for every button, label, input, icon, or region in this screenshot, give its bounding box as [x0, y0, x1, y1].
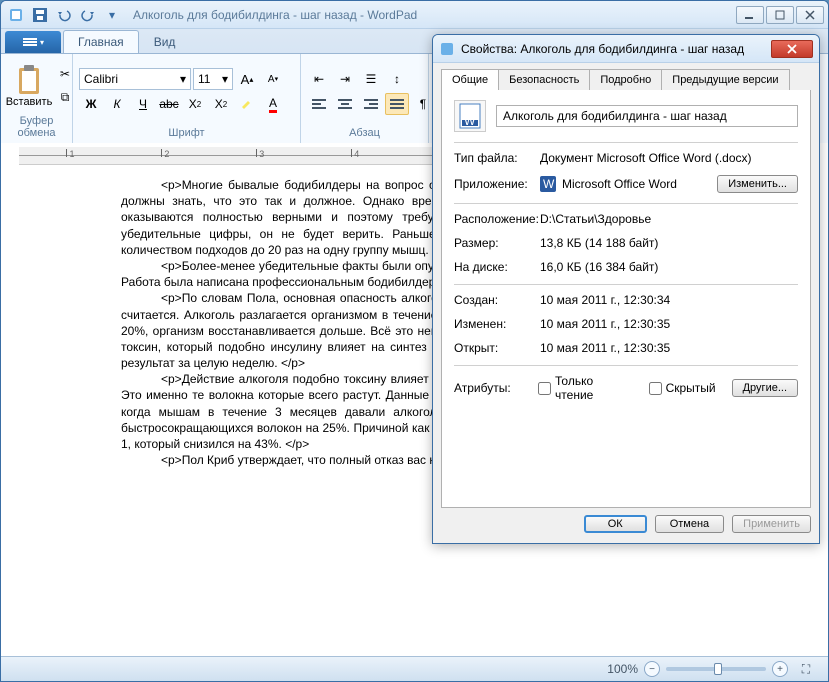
tab-security[interactable]: Безопасность: [498, 69, 590, 90]
group-font: Calibri▾ 11▾ A▴ A▾ Ж К Ч abc X2 X2 A: [73, 54, 301, 143]
group-paragraph: ⇤ ⇥ ☰ ↕ ¶ Абзац: [301, 54, 429, 143]
lbl-size: Размер:: [454, 236, 540, 250]
val-size: 13,8 КБ (14 188 байт): [540, 236, 798, 250]
hidden-label: Скрытый: [666, 381, 716, 395]
tab-general-body: W Тип файла:Документ Microsoft Office Wo…: [441, 90, 811, 508]
svg-text:W: W: [464, 114, 476, 128]
align-left-icon[interactable]: [307, 93, 331, 115]
group-clipboard-label: Буфер обмена: [7, 113, 66, 139]
maximize-button[interactable]: [766, 6, 794, 24]
title-bar: ▾ Алкоголь для бодибилдинга - шаг назад …: [1, 1, 828, 29]
zoom-in-button[interactable]: +: [772, 661, 788, 677]
dialog-close-button[interactable]: [771, 40, 813, 58]
properties-dialog: Свойства: Алкоголь для бодибилдинга - ша…: [432, 34, 820, 544]
underline-icon[interactable]: Ч: [131, 93, 155, 115]
tab-general[interactable]: Общие: [441, 69, 499, 90]
val-modified: 10 мая 2011 г., 12:30:35: [540, 317, 798, 331]
grow-font-icon[interactable]: A▴: [235, 68, 259, 90]
highlight-icon[interactable]: [235, 93, 259, 115]
lbl-modified: Изменен:: [454, 317, 540, 331]
val-created: 10 мая 2011 г., 12:30:34: [540, 293, 798, 307]
lbl-app: Приложение:: [454, 177, 540, 191]
fit-width-icon[interactable]: ⛶: [794, 658, 818, 680]
align-right-icon[interactable]: [359, 93, 383, 115]
save-icon[interactable]: [29, 4, 51, 26]
app-icon: W: [540, 176, 556, 192]
redo-icon[interactable]: [77, 4, 99, 26]
lbl-created: Создан:: [454, 293, 540, 307]
filename-input[interactable]: [496, 105, 798, 127]
tab-previous-versions[interactable]: Предыдущие версии: [661, 69, 789, 90]
tab-details[interactable]: Подробно: [589, 69, 662, 90]
align-justify-icon[interactable]: [385, 93, 409, 115]
window-title: Алкоголь для бодибилдинга - шаг назад - …: [133, 8, 417, 22]
font-name-combo[interactable]: Calibri▾: [79, 68, 191, 90]
val-disk: 16,0 КБ (16 384 байт): [540, 260, 798, 274]
dialog-buttons: ОК Отмена Применить: [441, 515, 811, 533]
file-type-icon: W: [454, 100, 486, 132]
val-app: Microsoft Office Word: [562, 177, 677, 191]
bold-icon[interactable]: Ж: [79, 93, 103, 115]
zoom-out-button[interactable]: −: [644, 661, 660, 677]
dialog-icon: [439, 41, 455, 57]
zoom-label: 100%: [607, 662, 638, 676]
line-spacing-icon[interactable]: ↕: [385, 68, 409, 90]
font-name-value: Calibri: [84, 72, 118, 86]
inc-indent-icon[interactable]: ⇥: [333, 68, 357, 90]
tab-home[interactable]: Главная: [63, 30, 139, 53]
cancel-button[interactable]: Отмена: [655, 515, 724, 533]
val-type: Документ Microsoft Office Word (.docx): [540, 151, 798, 165]
zoom-thumb[interactable]: [714, 663, 722, 675]
dialog-title-bar[interactable]: Свойства: Алкоголь для бодибилдинга - ша…: [433, 35, 819, 63]
window-controls: [736, 6, 824, 24]
readonly-checkbox[interactable]: Только чтение: [538, 374, 633, 402]
tab-view[interactable]: Вид: [139, 30, 191, 53]
qat-dropdown-icon[interactable]: ▾: [101, 4, 123, 26]
change-app-button[interactable]: Изменить...: [717, 175, 798, 193]
apply-button[interactable]: Применить: [732, 515, 811, 533]
file-menu[interactable]: ▾: [5, 31, 61, 53]
clipboard-icon: [13, 64, 45, 96]
minimize-button[interactable]: [736, 6, 764, 24]
group-paragraph-label: Абзац: [307, 125, 422, 139]
lbl-accessed: Открыт:: [454, 341, 540, 355]
align-center-icon[interactable]: [333, 93, 357, 115]
subscript-icon[interactable]: X2: [183, 93, 207, 115]
hidden-checkbox[interactable]: Скрытый: [649, 381, 716, 395]
zoom-slider[interactable]: [666, 667, 766, 671]
app-menu-icon[interactable]: [5, 4, 27, 26]
paste-button[interactable]: Вставить: [7, 64, 51, 108]
svg-text:W: W: [543, 177, 555, 191]
font-size-value: 11: [198, 72, 210, 86]
lbl-attrs: Атрибуты:: [454, 381, 538, 395]
font-size-combo[interactable]: 11▾: [193, 68, 233, 90]
quick-access-toolbar: ▾: [5, 4, 123, 26]
bullets-icon[interactable]: ☰: [359, 68, 383, 90]
superscript-icon[interactable]: X2: [209, 93, 233, 115]
group-font-label: Шрифт: [79, 125, 294, 139]
italic-icon[interactable]: К: [105, 93, 129, 115]
close-button[interactable]: [796, 6, 824, 24]
val-accessed: 10 мая 2011 г., 12:30:35: [540, 341, 798, 355]
dec-indent-icon[interactable]: ⇤: [307, 68, 331, 90]
ok-button[interactable]: ОК: [584, 515, 647, 533]
lbl-type: Тип файла:: [454, 151, 540, 165]
dialog-title: Свойства: Алкоголь для бодибилдинга - ша…: [461, 42, 771, 56]
paste-label: Вставить: [6, 96, 53, 108]
group-clipboard: Вставить ✂ ⧉ Буфер обмена: [1, 54, 73, 143]
dialog-tabs: Общие Безопасность Подробно Предыдущие в…: [433, 63, 819, 90]
status-bar: 100% − + ⛶: [1, 656, 828, 681]
undo-icon[interactable]: [53, 4, 75, 26]
lbl-loc: Расположение:: [454, 212, 540, 226]
font-color-icon[interactable]: A: [261, 93, 285, 115]
val-loc: D:\Статьи\Здоровье: [540, 212, 798, 226]
strike-icon[interactable]: abc: [157, 93, 181, 115]
other-attrs-button[interactable]: Другие...: [732, 379, 798, 397]
lbl-disk: На диске:: [454, 260, 540, 274]
shrink-font-icon[interactable]: A▾: [261, 68, 285, 90]
readonly-label: Только чтение: [555, 374, 633, 402]
